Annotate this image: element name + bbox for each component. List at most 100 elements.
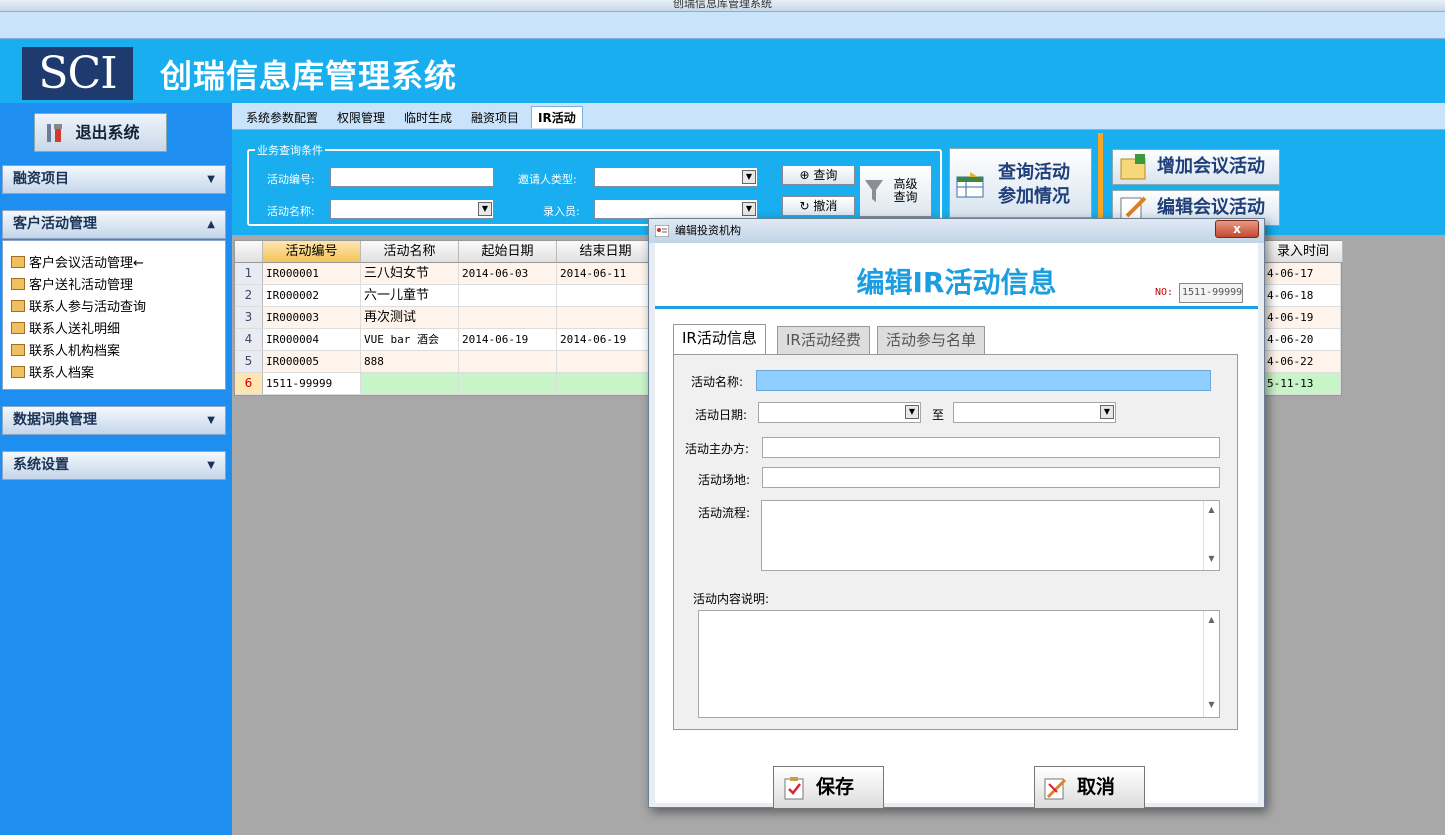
add-folder-icon (1120, 154, 1146, 180)
spreadsheet-icon (956, 172, 984, 198)
exit-system-button[interactable]: 退出系统 (34, 113, 167, 152)
description-label: 活动内容说明: (693, 592, 770, 606)
code-input[interactable] (330, 167, 494, 187)
process-textarea[interactable]: ▲ ▼ (761, 500, 1220, 571)
tab-permissions[interactable]: 权限管理 (337, 109, 385, 126)
col-header-name[interactable]: 活动名称 (361, 241, 459, 263)
menu-item-icon (11, 322, 25, 334)
activity-name-input[interactable] (756, 370, 1211, 391)
binoculars-icon: ⊕ (799, 168, 814, 182)
module-tabs: 系统参数配置 权限管理 临时生成 融资项目 IR活动 (232, 103, 1445, 130)
menu-item-icon (11, 256, 25, 268)
col-header-code[interactable]: 活动编号 (263, 241, 361, 263)
tab-ir-activity[interactable]: IR活动 (531, 106, 583, 128)
menu-bar (0, 12, 1445, 39)
description-textarea[interactable]: ▲ ▼ (698, 610, 1220, 718)
edit-dialog: 编辑投资机构 x 编辑IR活动信息 NO: 1511-99999 IR活动信息 … (648, 218, 1265, 809)
sidebar-item-gift-activity[interactable]: 客户送礼活动管理 (11, 274, 133, 293)
section-client-activity[interactable]: 客户活动管理 ▲ (2, 210, 226, 239)
section-data-dictionary-label: 数据词典管理 (13, 412, 97, 428)
venue-input[interactable] (762, 467, 1220, 488)
filter-icon (865, 180, 883, 202)
sidebar-item-org-records[interactable]: 联系人机构档案 (11, 340, 120, 359)
section-system-settings[interactable]: 系统设置 ▼ (2, 451, 226, 480)
activity-name-label: 活动名称: (691, 375, 744, 389)
chevron-down-icon[interactable]: ▼ (905, 405, 919, 419)
search-button[interactable]: ⊕ 查询 (782, 165, 855, 185)
save-button[interactable]: 保存 (773, 766, 884, 809)
no-field: 1511-99999 (1179, 283, 1243, 303)
dialog-body: 编辑IR活动信息 NO: 1511-99999 IR活动信息 IR活动经费 活动… (655, 243, 1258, 809)
sidebar-item-gift-details[interactable]: 联系人送礼明细 (11, 318, 120, 337)
activity-date-label: 活动日期: (695, 408, 748, 422)
col-header-start[interactable]: 起始日期 (459, 241, 557, 263)
tab-ir-expense[interactable]: IR活动经费 (777, 326, 870, 354)
tab-ir-info[interactable]: IR活动信息 (673, 324, 766, 354)
add-meeting-button[interactable]: 增加会议活动 (1112, 149, 1280, 185)
end-date-picker[interactable]: ▼ (953, 402, 1116, 423)
tab-system-params[interactable]: 系统参数配置 (246, 109, 318, 126)
recorder-label: 录入员: (543, 205, 580, 218)
invitee-type-select[interactable]: ▼ (594, 167, 758, 187)
section-financing-label: 融资项目 (13, 171, 69, 187)
menu-item-icon (11, 344, 25, 356)
cancel-button[interactable]: 取消 (1034, 766, 1145, 809)
edit-cancel-icon (1044, 778, 1067, 800)
sidebar-item-contact-participation[interactable]: 联系人参与活动查询 (11, 296, 146, 315)
client-activity-menu: 客户会议活动管理← 客户送礼活动管理 联系人参与活动查询 联系人送礼明细 联系人… (2, 240, 226, 390)
sidebar-item-contact-records[interactable]: 联系人档案 (11, 362, 94, 381)
name-label: 活动名称: (267, 205, 315, 218)
tab-temp-generate[interactable]: 临时生成 (404, 109, 452, 126)
ir-info-panel: 活动名称: 活动日期: ▼ 至 ▼ 活动主办方: 活动场地: 活动流程: ▲ ▼ … (673, 354, 1238, 730)
menu-item-icon (11, 278, 25, 290)
reset-button[interactable]: ↻ 撤消 (782, 196, 855, 216)
scrollbar[interactable]: ▲ ▼ (1203, 611, 1219, 717)
close-button[interactable]: x (1215, 220, 1259, 238)
undo-icon: ↻ (799, 199, 814, 213)
app-banner: SCI 创瑞信息库管理系统 (0, 39, 1445, 103)
code-label: 活动编号: (267, 173, 315, 186)
section-data-dictionary[interactable]: 数据词典管理 ▼ (2, 406, 226, 435)
start-date-picker[interactable]: ▼ (758, 402, 921, 423)
window-title: 创瑞信息库管理系统 (673, 0, 772, 10)
separator (1098, 133, 1103, 228)
section-financing[interactable]: 融资项目 ▼ (2, 165, 226, 194)
process-label: 活动流程: (698, 506, 751, 520)
section-system-settings-label: 系统设置 (13, 457, 69, 473)
chevron-down-icon: ▼ (207, 415, 215, 426)
invitee-type-label: 邀请人类型: (518, 173, 577, 186)
col-header-recorded[interactable]: 录入时间 (1264, 241, 1343, 263)
tools-icon (47, 124, 62, 142)
advanced-search-button[interactable]: 高级 查询 (859, 165, 932, 217)
recorder-select[interactable]: ▼ (594, 199, 758, 219)
sidebar-item-meeting-activity[interactable]: 客户会议活动管理← (11, 252, 144, 271)
organizer-label: 活动主办方: (685, 442, 750, 456)
section-client-activity-label: 客户活动管理 (13, 216, 97, 232)
sci-logo: SCI (22, 47, 133, 100)
exit-system-label: 退出系统 (75, 123, 140, 142)
name-select[interactable]: ▼ (330, 199, 494, 219)
activity-participation-button[interactable]: 查询活动 参加情况 (949, 148, 1092, 218)
organizer-input[interactable] (762, 437, 1220, 458)
query-conditions: 业务查询条件 活动编号: 活动名称: ▼ 邀请人类型: ▼ 录入员: ▼ ⊕ 查… (247, 142, 942, 226)
date-to-label: 至 (932, 408, 945, 422)
chevron-down-icon[interactable]: ▼ (742, 170, 756, 184)
menu-item-icon (11, 300, 25, 312)
col-header-end[interactable]: 结束日期 (557, 241, 655, 263)
chevron-down-icon: ▼ (207, 174, 215, 185)
chevron-down-icon[interactable]: ▼ (1100, 405, 1114, 419)
dialog-title: 编辑投资机构 (675, 224, 741, 237)
tab-participants[interactable]: 活动参与名单 (877, 326, 986, 354)
chevron-down-icon: ▼ (207, 460, 215, 471)
clipboard-check-icon (784, 777, 804, 800)
chevron-down-icon[interactable]: ▼ (742, 202, 756, 216)
venue-label: 活动场地: (698, 473, 751, 487)
chevron-down-icon[interactable]: ▼ (478, 202, 492, 216)
dialog-header: 编辑IR活动信息 NO: 1511-99999 (655, 243, 1258, 309)
menu-item-icon (11, 366, 25, 378)
scrollbar[interactable]: ▲ ▼ (1203, 501, 1219, 570)
dialog-titlebar: 编辑投资机构 (649, 219, 1264, 243)
tab-financing[interactable]: 融资项目 (471, 109, 519, 126)
app-title: 创瑞信息库管理系统 (160, 57, 458, 95)
chevron-up-icon: ▲ (207, 219, 215, 230)
